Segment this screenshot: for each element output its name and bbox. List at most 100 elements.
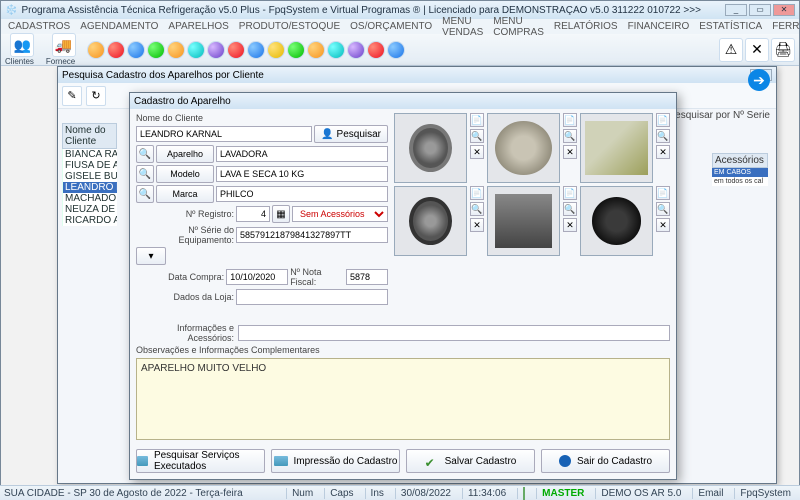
date-input[interactable] [226, 269, 288, 285]
toolbar-ball-9[interactable] [247, 41, 265, 59]
photo6-zoom-icon[interactable]: 🔍 [656, 202, 670, 216]
toolbar-ball-4[interactable] [147, 41, 165, 59]
maximize-button[interactable]: ▭ [749, 4, 771, 16]
save-button[interactable]: Salvar Cadastro [406, 449, 535, 473]
photo1-del-icon[interactable]: ✕ [470, 145, 484, 159]
photo3-add-icon[interactable]: 📄 [656, 113, 670, 127]
toolbar-ball-5[interactable] [167, 41, 185, 59]
client-row-selected[interactable]: LEANDRO KARNA [62, 182, 117, 193]
toolbar-ball-12[interactable] [307, 41, 325, 59]
search-client-button[interactable]: 👤Pesquisar [314, 125, 388, 143]
photo1-zoom-icon[interactable]: 🔍 [470, 129, 484, 143]
modelo-lookup-icon[interactable]: 🔍 [136, 165, 154, 183]
toolbar-ball-2[interactable] [107, 41, 125, 59]
toolbar-ball-16[interactable] [387, 41, 405, 59]
modelo-input[interactable] [216, 166, 388, 182]
client-input[interactable] [136, 126, 312, 142]
accessory-row-selected[interactable]: EM CABOS [712, 168, 768, 177]
photo4-del-icon[interactable]: ✕ [470, 218, 484, 232]
menu-financeiro[interactable]: FINANCEIRO [623, 21, 695, 32]
photo2-add-icon[interactable]: 📄 [563, 113, 577, 127]
marca-button[interactable]: Marca [156, 185, 214, 203]
nreg-action-icon[interactable]: ▦ [272, 205, 290, 223]
accessory-select[interactable]: Sem Acessórios [292, 206, 388, 222]
aparelho-button[interactable]: Aparelho [156, 145, 214, 163]
close-button[interactable]: ✕ [773, 4, 795, 16]
accessory-row[interactable]: em todos os cal [712, 177, 768, 186]
loja-input[interactable] [236, 289, 388, 305]
photo3-del-icon[interactable]: ✕ [656, 145, 670, 159]
photo4-add-icon[interactable]: 📄 [470, 186, 484, 200]
menu-estatistica[interactable]: ESTATÍSTICA [694, 21, 767, 32]
search-tool-refresh-icon[interactable]: ↻ [86, 86, 106, 106]
photo-1[interactable] [394, 113, 467, 183]
photo-2[interactable] [487, 113, 560, 183]
photo-6[interactable] [580, 186, 653, 256]
exit-button[interactable]: Sair do Cadastro [541, 449, 670, 473]
photo-5[interactable] [487, 186, 560, 256]
menu-relatorios[interactable]: RELATÓRIOS [549, 21, 623, 32]
marca-input[interactable] [216, 186, 388, 202]
minimize-button[interactable]: _ [725, 4, 747, 16]
photo-4[interactable] [394, 186, 467, 256]
info-input[interactable] [238, 325, 670, 341]
search-go-icon[interactable]: ➔ [748, 69, 770, 91]
aparelho-input[interactable] [216, 146, 388, 162]
photo6-del-icon[interactable]: ✕ [656, 218, 670, 232]
toolbar-ball-15[interactable] [367, 41, 385, 59]
toolbar-ball-8[interactable] [227, 41, 245, 59]
nreg-input[interactable] [236, 206, 270, 222]
print-button[interactable]: Impressão do Cadastro [271, 449, 400, 473]
client-row[interactable]: MACHADO DE AS [62, 193, 117, 204]
toolbar-ball-6[interactable] [187, 41, 205, 59]
photo3-zoom-icon[interactable]: 🔍 [656, 129, 670, 143]
menu-vendas[interactable]: MENU VENDAS [437, 16, 488, 38]
serial-input[interactable] [236, 227, 388, 243]
photo5-zoom-icon[interactable]: 🔍 [563, 202, 577, 216]
tb-clientes[interactable]: 👥Clientes [5, 33, 40, 66]
modelo-button[interactable]: Modelo [156, 165, 214, 183]
services-button[interactable]: Pesquisar Serviços Executados [136, 449, 265, 473]
photo4-zoom-icon[interactable]: 🔍 [470, 202, 484, 216]
menu-compras[interactable]: MENU COMPRAS [488, 16, 549, 38]
menu-cadastros[interactable]: CADASTROS [3, 21, 75, 32]
tb-fornece[interactable]: 🚚Fornece [46, 33, 81, 66]
toolbar-ball-11[interactable] [287, 41, 305, 59]
client-row[interactable]: RICARDO ALMEID [62, 215, 117, 226]
menu-ferramentas[interactable]: FERRAMENTAS [767, 21, 800, 32]
client-row[interactable]: BIANCA RAU [62, 149, 117, 160]
menu-os[interactable]: OS/ORÇAMENTO [345, 21, 437, 32]
menu-aparelhos[interactable]: APARELHOS [163, 21, 233, 32]
toolbar-ball-1[interactable] [87, 41, 105, 59]
search-tool-edit-icon[interactable]: ✎ [62, 86, 82, 106]
toolbar-ball-14[interactable] [347, 41, 365, 59]
photo-3[interactable] [580, 113, 653, 183]
toolbar-printer-icon[interactable]: 🖨 [771, 38, 795, 62]
client-row[interactable]: FIUSA DE ALMEID [62, 160, 117, 171]
photo6-add-icon[interactable]: 📄 [656, 186, 670, 200]
aparelho-lookup-icon[interactable]: 🔍 [136, 145, 154, 163]
client-row[interactable]: GISELE BUNDCHE [62, 171, 117, 182]
nf-input[interactable] [346, 269, 388, 285]
photo2-zoom-icon[interactable]: 🔍 [563, 129, 577, 143]
menu-produto[interactable]: PRODUTO/ESTOQUE [234, 21, 345, 32]
serial-dropdown-icon[interactable]: ▾ [136, 247, 166, 265]
photo5-del-icon[interactable]: ✕ [563, 218, 577, 232]
status-sys[interactable]: FpqSystem [734, 488, 796, 499]
marca-lookup-icon[interactable]: 🔍 [136, 185, 154, 203]
menu-agendamento[interactable]: AGENDAMENTO [75, 21, 163, 32]
toolbar-warn-icon[interactable]: ⚠ [719, 38, 743, 62]
obs-textarea[interactable]: APARELHO MUITO VELHO [136, 358, 670, 440]
toolbar-ball-7[interactable] [207, 41, 225, 59]
client-list[interactable]: Nome do Cliente BIANCA RAU FIUSA DE ALME… [62, 123, 117, 473]
toolbar-ball-10[interactable] [267, 41, 285, 59]
menubar: CADASTROS AGENDAMENTO APARELHOS PRODUTO/… [1, 19, 799, 34]
client-row[interactable]: NEUZA DE FATIM [62, 204, 117, 215]
photo2-del-icon[interactable]: ✕ [563, 145, 577, 159]
toolbar-close-icon[interactable]: ✕ [745, 38, 769, 62]
toolbar-ball-13[interactable] [327, 41, 345, 59]
photo5-add-icon[interactable]: 📄 [563, 186, 577, 200]
photo1-add-icon[interactable]: 📄 [470, 113, 484, 127]
status-email[interactable]: Email [692, 488, 728, 499]
toolbar-ball-3[interactable] [127, 41, 145, 59]
